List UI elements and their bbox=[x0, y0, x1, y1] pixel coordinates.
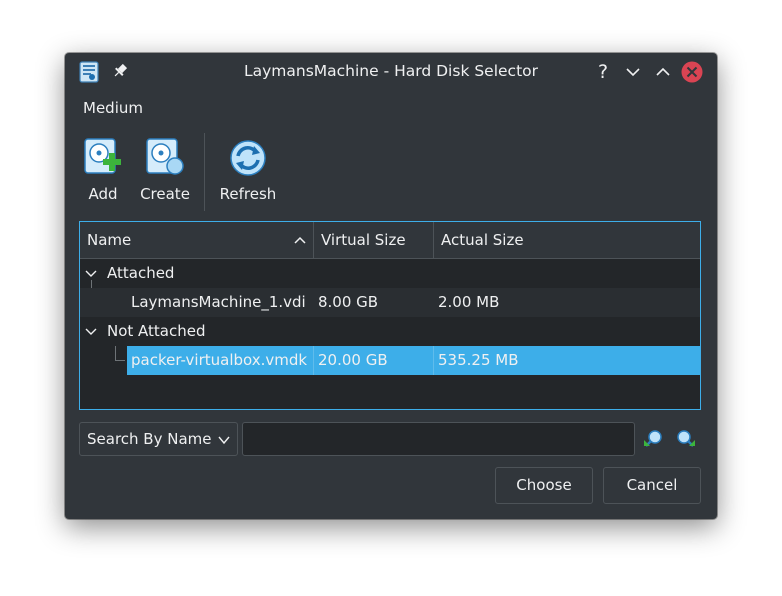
column-header-name[interactable]: Name bbox=[80, 222, 313, 258]
add-button-label: Add bbox=[88, 185, 118, 203]
search-mode-select[interactable]: Search By Name bbox=[79, 422, 238, 456]
disk-virtual-size: 8.00 GB bbox=[318, 293, 379, 311]
add-disk-icon bbox=[82, 137, 124, 179]
cancel-button[interactable]: Cancel bbox=[603, 467, 701, 504]
hard-disk-selector-dialog: LaymansMachine - Hard Disk Selector ? Me… bbox=[65, 53, 717, 519]
sort-ascending-icon bbox=[294, 236, 306, 244]
search-input[interactable] bbox=[242, 422, 635, 456]
tree-group-not-attached[interactable]: Not Attached bbox=[80, 317, 700, 346]
disk-name: LaymansMachine_1.vdi bbox=[131, 293, 306, 311]
disk-actual-size: 535.25 MB bbox=[438, 351, 519, 369]
close-icon bbox=[681, 61, 703, 83]
chevron-down-icon bbox=[218, 436, 230, 445]
column-divider bbox=[313, 346, 314, 375]
column-header-virtual-size[interactable]: Virtual Size bbox=[314, 222, 433, 258]
tree-group-attached[interactable]: Attached bbox=[80, 259, 700, 288]
media-tree[interactable]: Name Virtual Size Actual Size Attached L… bbox=[79, 221, 701, 410]
minimize-button[interactable] bbox=[622, 61, 644, 83]
add-button[interactable]: Add bbox=[74, 137, 132, 209]
search-previous-button[interactable] bbox=[642, 428, 664, 450]
title-bar[interactable]: LaymansMachine - Hard Disk Selector ? bbox=[65, 53, 717, 91]
table-row[interactable]: LaymansMachine_1.vdi 8.00 GB 2.00 MB bbox=[80, 288, 700, 317]
create-disk-icon bbox=[144, 137, 186, 179]
table-row-selected[interactable]: packer-virtualbox.vmdk 20.00 GB 535.25 M… bbox=[80, 346, 700, 375]
search-mode-value: Search By Name bbox=[87, 430, 212, 448]
column-virtual-size-label: Virtual Size bbox=[321, 231, 406, 249]
search-previous-icon bbox=[644, 430, 662, 447]
refresh-button[interactable]: Refresh bbox=[215, 137, 281, 209]
chevron-up-icon bbox=[656, 67, 670, 76]
group-label: Not Attached bbox=[107, 322, 206, 340]
search-next-button[interactable] bbox=[675, 428, 697, 450]
table-header: Name Virtual Size Actual Size bbox=[80, 222, 700, 259]
help-button[interactable]: ? bbox=[592, 61, 614, 83]
refresh-button-label: Refresh bbox=[219, 185, 277, 203]
disk-name: packer-virtualbox.vmdk bbox=[131, 351, 308, 369]
maximize-button[interactable] bbox=[652, 61, 674, 83]
chevron-down-icon bbox=[626, 68, 640, 77]
column-name-label: Name bbox=[87, 231, 132, 249]
chevron-down-icon[interactable] bbox=[84, 325, 98, 339]
chevron-down-icon[interactable] bbox=[84, 267, 98, 281]
disk-virtual-size: 20.00 GB bbox=[318, 351, 388, 369]
help-icon: ? bbox=[597, 61, 609, 83]
menu-medium[interactable]: Medium bbox=[83, 99, 143, 117]
create-button-label: Create bbox=[140, 185, 190, 203]
refresh-icon bbox=[227, 137, 269, 179]
choose-button[interactable]: Choose bbox=[495, 467, 593, 504]
create-button[interactable]: Create bbox=[136, 137, 194, 209]
column-actual-size-label: Actual Size bbox=[441, 231, 524, 249]
column-header-actual-size[interactable]: Actual Size bbox=[434, 222, 700, 258]
column-divider bbox=[433, 346, 434, 375]
close-button[interactable] bbox=[681, 61, 703, 83]
group-label: Attached bbox=[107, 264, 175, 282]
toolbar-separator bbox=[204, 133, 205, 211]
disk-actual-size: 2.00 MB bbox=[438, 293, 500, 311]
window-title: LaymansMachine - Hard Disk Selector bbox=[243, 62, 539, 80]
search-next-icon bbox=[677, 430, 695, 447]
